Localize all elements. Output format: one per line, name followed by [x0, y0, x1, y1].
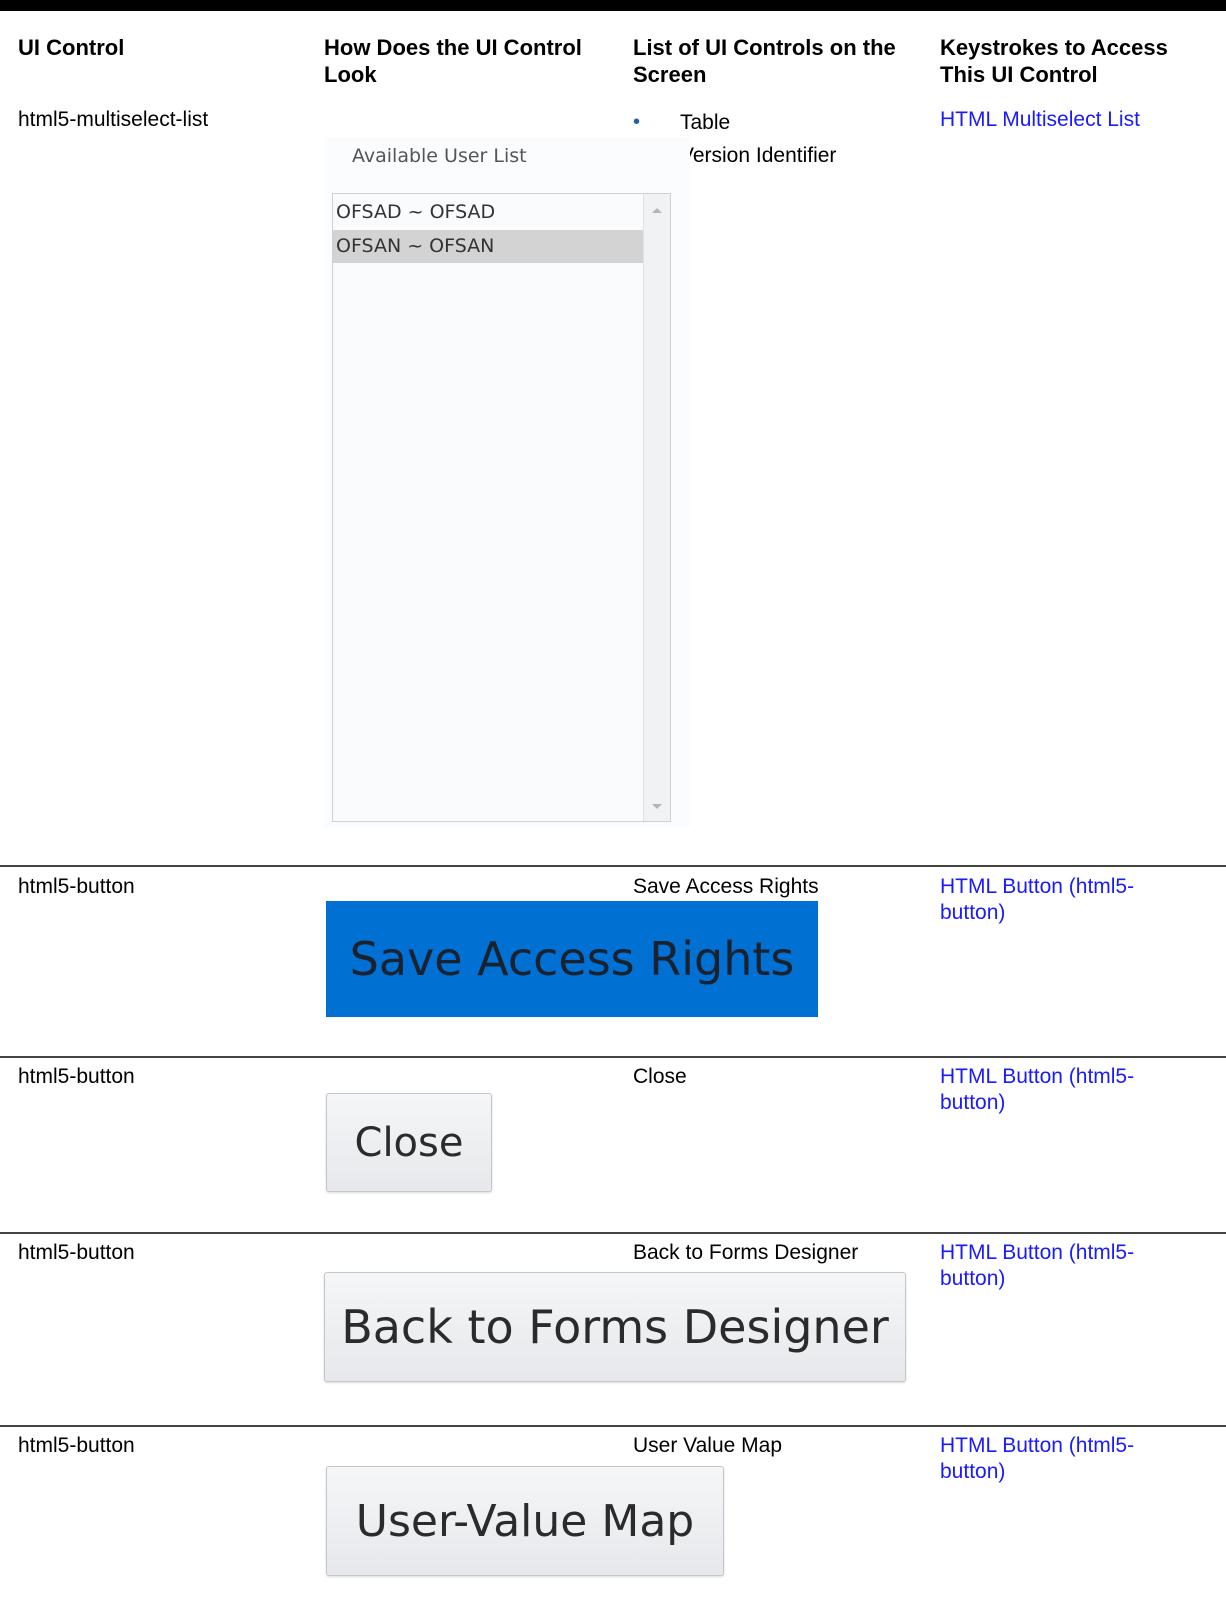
- close-button-image: Close: [326, 1093, 492, 1192]
- multiselect-option[interactable]: OFSAD ~ OFSAD: [333, 196, 646, 229]
- multiselect-list-image: Available User List OFSAD ~ OFSAD OFSAN …: [324, 137, 690, 827]
- header-how-look: How Does the UI Control Look: [324, 35, 582, 87]
- row-divider: [0, 1232, 1226, 1234]
- bullet-icon: •: [633, 111, 641, 133]
- user-value-map-button-image: User-Value Map: [326, 1466, 724, 1576]
- row4-screen-control: Back to Forms Designer: [633, 1241, 859, 1264]
- row3-keystrokes-link[interactable]: HTML Button (html5-button): [940, 1064, 1190, 1116]
- row2-keystrokes-link[interactable]: HTML Button (html5-button): [940, 874, 1190, 926]
- row4-control: html5-button: [18, 1241, 135, 1264]
- header-keystrokes: Keystrokes to Access This UI Control: [940, 35, 1168, 87]
- row5-screen-control: User Value Map: [633, 1434, 783, 1457]
- save-access-rights-button-image: Save Access Rights: [326, 901, 818, 1017]
- multiselect-option-selected[interactable]: OFSAN ~ OFSAN: [333, 230, 646, 263]
- top-rule: [0, 0, 1226, 11]
- header-list-controls: List of UI Controls on the Screen: [633, 35, 896, 87]
- multiselect-box[interactable]: OFSAD ~ OFSAD OFSAN ~ OFSAN: [332, 193, 671, 822]
- row-divider: [0, 1056, 1226, 1058]
- row5-control: html5-button: [18, 1434, 135, 1457]
- multiselect-title: Available User List: [352, 145, 527, 167]
- row-divider: [0, 1425, 1226, 1427]
- row4-keystrokes-link[interactable]: HTML Button (html5-button): [940, 1240, 1190, 1292]
- row1-control: html5-multiselect-list: [18, 108, 209, 131]
- header-ui-control: UI Control: [18, 35, 125, 60]
- row2-screen-control: Save Access Rights: [633, 875, 819, 898]
- row3-screen-control: Close: [633, 1065, 687, 1088]
- back-to-forms-designer-button-image: Back to Forms Designer: [324, 1272, 906, 1382]
- row5-keystrokes-link[interactable]: HTML Button (html5-button): [940, 1433, 1190, 1485]
- row2-control: html5-button: [18, 875, 135, 898]
- scroll-up-icon[interactable]: [652, 208, 662, 213]
- list-item: • Table: [633, 106, 836, 139]
- row3-control: html5-button: [18, 1065, 135, 1088]
- scroll-down-icon[interactable]: [652, 804, 662, 809]
- row1-keystrokes-link[interactable]: HTML Multiselect List: [940, 107, 1140, 133]
- row-divider: [0, 865, 1226, 867]
- scrollbar[interactable]: [643, 194, 670, 821]
